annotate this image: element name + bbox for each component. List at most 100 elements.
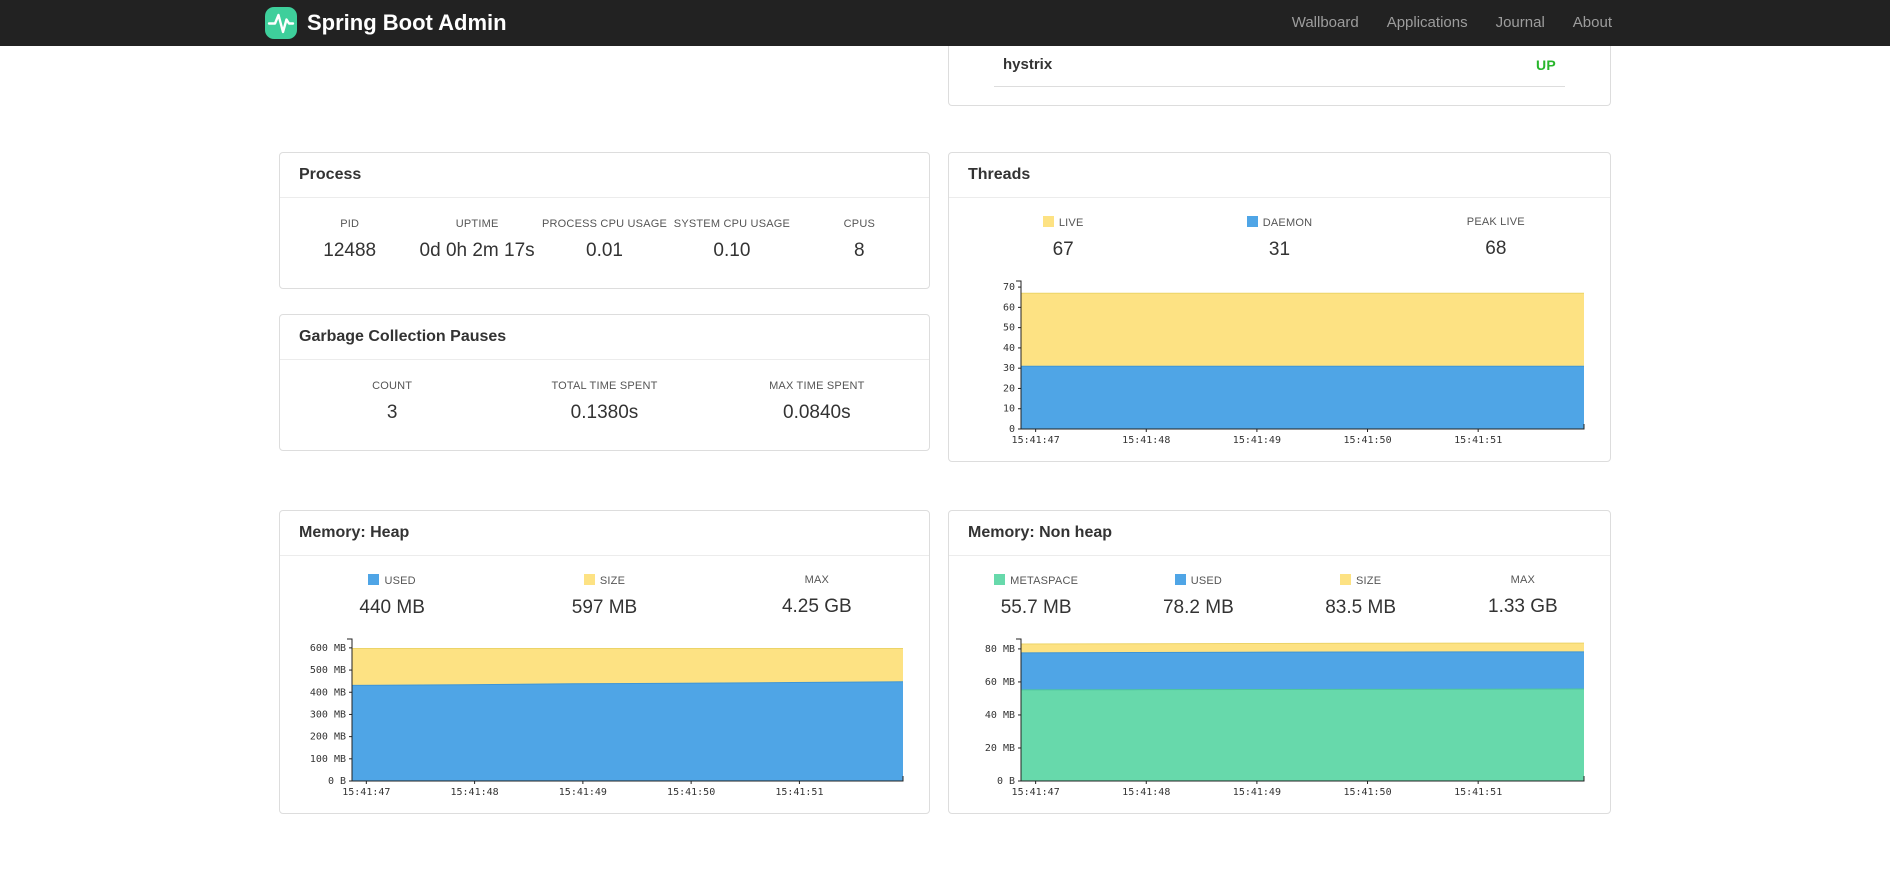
stat-column: SYSTEM CPU USAGE 0.10 <box>668 218 795 262</box>
y-tick-label: 600 MB <box>310 643 346 654</box>
y-tick-label: 10 <box>1003 404 1015 415</box>
series-area-daemon <box>1021 366 1584 429</box>
stat-label-text: MAX <box>804 574 830 586</box>
stat-label-text: USED <box>384 575 416 587</box>
y-tick-label: 500 MB <box>310 665 346 676</box>
stat-label: DAEMON <box>1171 216 1387 229</box>
stat-label: USED <box>286 574 498 587</box>
stat-column: MAX 4.25 GB <box>711 574 923 619</box>
y-tick-label: 300 MB <box>310 709 346 720</box>
x-tick-label: 15:41:49 <box>559 787 607 798</box>
threads-panel: Threads LIVE 67 DAEMON 31 PEAK LIVE 68 0 10 20 3… <box>948 152 1611 462</box>
x-tick-label: 15:41:51 <box>1454 787 1502 798</box>
stat-label-text: PEAK LIVE <box>1466 216 1525 228</box>
nav-item: Wallboard <box>1278 0 1373 46</box>
y-tick-label: 0 B <box>997 776 1015 787</box>
application-row[interactable]: hystrix UP <box>994 46 1565 87</box>
stat-label: LIVE <box>955 216 1171 229</box>
applications-panel: hystrix UP <box>948 46 1611 106</box>
stat-label: MAX TIME SPENT <box>711 380 923 392</box>
stat-label-text: SIZE <box>1356 575 1382 587</box>
x-tick-label: 15:41:51 <box>1454 435 1502 446</box>
heap-chart-wrap: 0 B 100 MB 200 MB 300 MB 400 MB 500 MB 600 MB 1… <box>280 631 929 813</box>
stat-label: USED <box>1117 574 1279 587</box>
stat-label: MAX <box>1442 574 1604 586</box>
stat-label-text: PROCESS CPU USAGE <box>541 218 668 230</box>
stat-value: 78.2 MB <box>1162 597 1234 618</box>
nav-links: Wallboard Applications Journal About <box>1278 0 1626 46</box>
nav-item: Applications <box>1373 0 1482 46</box>
heap-legend: USED 440 MB SIZE 597 MB MAX 4.25 GB <box>280 556 929 631</box>
stat-column: PROCESS CPU USAGE 0.01 <box>541 218 668 262</box>
nav-link-wallboard[interactable]: Wallboard <box>1278 0 1373 46</box>
stat-label-text: SIZE <box>599 575 626 587</box>
process-panel-title: Process <box>280 153 929 198</box>
x-tick-label: 15:41:47 <box>1012 787 1060 798</box>
brand-link[interactable]: Spring Boot Admin <box>264 6 507 40</box>
stat-label: TOTAL TIME SPENT <box>498 380 710 392</box>
threads-panel-title: Threads <box>949 153 1610 198</box>
stat-value: 1.33 GB <box>1488 596 1558 617</box>
stat-column: TOTAL TIME SPENT 0.1380s <box>498 380 710 424</box>
y-tick-label: 80 MB <box>985 644 1015 655</box>
stat-label-text: DAEMON <box>1262 217 1313 229</box>
y-tick-label: 50 <box>1003 323 1015 334</box>
gc-stats: COUNT 3 TOTAL TIME SPENT 0.1380s MAX TIME SP… <box>280 360 929 450</box>
stat-label: PROCESS CPU USAGE <box>541 218 668 230</box>
brand-title: Spring Boot Admin <box>307 10 507 35</box>
stat-column: PEAK LIVE 68 <box>1388 216 1604 261</box>
stat-label-text: CPUS <box>843 218 876 230</box>
series-area-metaspace <box>1021 689 1584 781</box>
stat-value: 83.5 MB <box>1325 597 1396 618</box>
stat-value: 440 MB <box>359 597 425 618</box>
y-tick-label: 400 MB <box>310 687 346 698</box>
y-tick-label: 30 <box>1003 363 1015 374</box>
threads-legend: LIVE 67 DAEMON 31 PEAK LIVE 68 <box>949 198 1610 273</box>
nav-item: About <box>1559 0 1626 46</box>
x-tick-label: 15:41:50 <box>1343 435 1391 446</box>
stat-value: 68 <box>1485 238 1507 259</box>
stat-value: 55.7 MB <box>1000 597 1072 618</box>
stat-label: PEAK LIVE <box>1388 216 1604 228</box>
heap-panel-title: Memory: Heap <box>280 511 929 556</box>
x-tick-label: 15:41:48 <box>1122 435 1170 446</box>
stat-label: CPUS <box>796 218 923 230</box>
main-content: hystrix UP Process PID 12488 UPTIME 0d 0h 2… <box>279 46 1611 814</box>
series-area-used <box>352 681 903 781</box>
x-tick-label: 15:41:50 <box>1343 787 1391 798</box>
x-tick-label: 15:41:50 <box>667 787 715 798</box>
legend-swatch <box>368 574 380 585</box>
x-tick-label: 15:41:48 <box>1122 787 1170 798</box>
spring-boot-admin-logo <box>265 7 297 39</box>
stat-column: USED 78.2 MB <box>1117 574 1279 619</box>
stat-column: METASPACE 55.7 MB <box>955 574 1117 619</box>
stat-label-text: LIVE <box>1058 217 1084 229</box>
stat-value: 12488 <box>323 240 377 261</box>
x-tick-label: 15:41:48 <box>451 787 499 798</box>
threads-chart-wrap: 0 10 20 30 40 50 60 70 15:41:47 15:41:48 15:41:49 1… <box>949 273 1610 461</box>
stat-value: 0d 0h 2m 17s <box>419 240 535 261</box>
stat-label: UPTIME <box>413 218 540 230</box>
x-tick-label: 15:41:51 <box>775 787 823 798</box>
y-tick-label: 0 <box>1009 424 1015 435</box>
stat-column: COUNT 3 <box>286 380 498 424</box>
stat-label-text: USED <box>1190 575 1223 587</box>
nav-link-applications[interactable]: Applications <box>1373 0 1482 46</box>
x-tick-label: 15:41:49 <box>1233 787 1281 798</box>
stat-label: PID <box>286 218 413 230</box>
gc-panel-title: Garbage Collection Pauses <box>280 315 929 360</box>
process-panel: Process PID 12488 UPTIME 0d 0h 2m 17s PROCES… <box>279 152 930 289</box>
application-name[interactable]: hystrix <box>1003 56 1052 73</box>
stat-label: SIZE <box>1280 574 1442 587</box>
stat-column: MAX TIME SPENT 0.0840s <box>711 380 923 424</box>
stat-label: COUNT <box>286 380 498 392</box>
y-tick-label: 20 <box>1003 383 1015 394</box>
stat-label-text: SYSTEM CPU USAGE <box>673 218 791 230</box>
y-tick-label: 60 <box>1003 302 1015 313</box>
nav-link-about[interactable]: About <box>1559 0 1626 46</box>
nav-link-journal[interactable]: Journal <box>1482 0 1559 46</box>
legend-swatch <box>1246 216 1258 227</box>
legend-swatch <box>583 574 595 585</box>
top-left-spacer <box>279 46 930 106</box>
stat-label: METASPACE <box>955 574 1117 587</box>
